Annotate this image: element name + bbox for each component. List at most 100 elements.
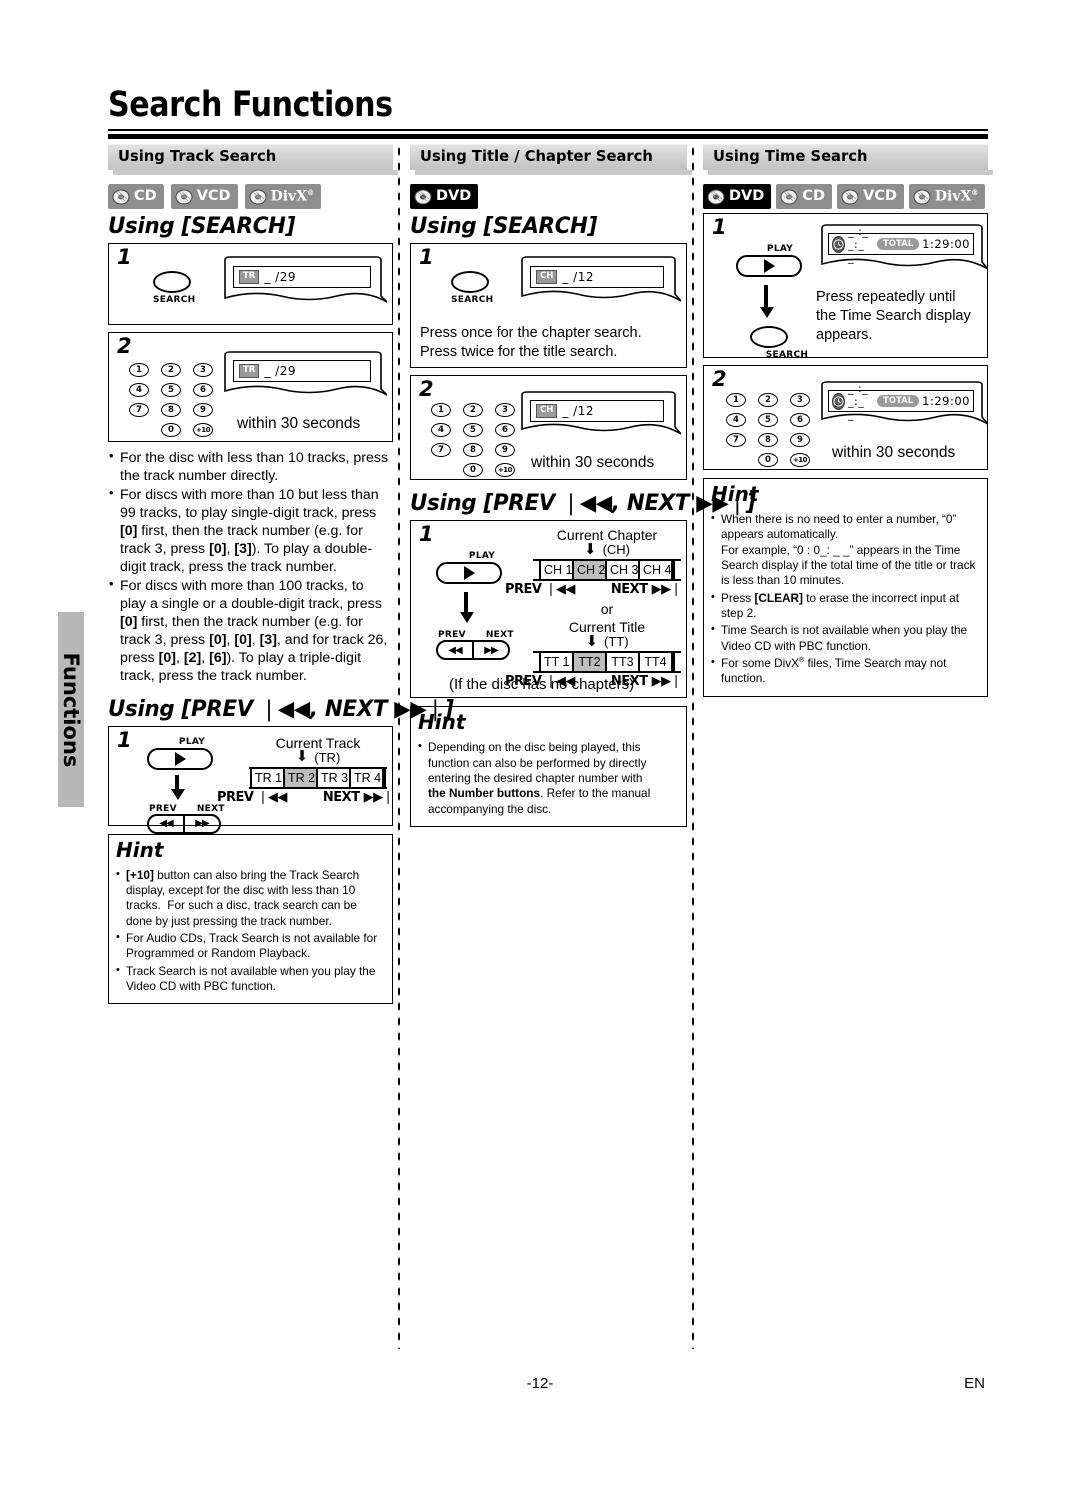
section-title: Using Title / Chapter Search bbox=[420, 147, 653, 165]
prev-icon[interactable]: ◀◀ bbox=[149, 815, 185, 832]
current-track-abbr: (TR) bbox=[314, 749, 341, 765]
current-track-label: Current Track bbox=[275, 734, 361, 751]
vfd-display-track-step1: TR _ /29 bbox=[233, 266, 371, 289]
vfd-tag: TR bbox=[239, 364, 260, 378]
key-5[interactable]: 5 bbox=[758, 413, 778, 427]
or-label: or bbox=[600, 601, 614, 618]
current-chapter-label: Current Chapter bbox=[556, 527, 658, 544]
next-button-hint: NEXT ▶▶❘ bbox=[322, 789, 394, 805]
using-search-heading-title-chapter: Using [SEARCH] bbox=[410, 214, 598, 239]
key-4[interactable]: 4 bbox=[431, 423, 451, 438]
header-shadow bbox=[415, 170, 692, 175]
side-tab-functions: Functions bbox=[58, 612, 84, 807]
timeline-segment: CH 3 bbox=[607, 561, 640, 580]
key-7[interactable]: 7 bbox=[431, 443, 451, 458]
timeline-segment: TR 1 bbox=[252, 768, 285, 787]
timeline-cap bbox=[533, 653, 541, 672]
key-1[interactable]: 1 bbox=[726, 393, 746, 407]
track-hint-box: Hint [+10] button can also bring the Tra… bbox=[108, 833, 393, 1005]
timing-note: within 30 seconds bbox=[832, 444, 956, 461]
key-6[interactable]: 6 bbox=[495, 423, 515, 438]
play-icon bbox=[763, 259, 775, 273]
next-icon[interactable]: ▶▶ bbox=[474, 642, 508, 658]
disc-icon bbox=[780, 187, 799, 206]
display-illustration: CH _ /12 bbox=[516, 256, 682, 321]
play-button[interactable] bbox=[436, 562, 502, 585]
prev-icon[interactable]: ◀◀ bbox=[438, 642, 474, 659]
vfd-value: _ :_ _:_ _ bbox=[848, 224, 869, 264]
play-button[interactable] bbox=[147, 747, 213, 770]
key-plus10[interactable]: +10 bbox=[495, 463, 515, 478]
disc-badge-cd: CD bbox=[108, 184, 164, 209]
key-0[interactable]: 0 bbox=[758, 453, 778, 467]
disc-icon bbox=[249, 187, 268, 206]
key-2[interactable]: 2 bbox=[463, 403, 483, 418]
key-plus10[interactable]: +10 bbox=[193, 423, 213, 438]
prev-button-hint: PREV ❘◀◀ bbox=[217, 789, 287, 805]
key-9[interactable]: 9 bbox=[790, 433, 810, 447]
key-4[interactable]: 4 bbox=[129, 383, 149, 398]
disc-badges-track: CD VCD DivX® bbox=[108, 184, 393, 209]
title-rule-thin bbox=[108, 129, 988, 131]
key-9[interactable]: 9 bbox=[193, 403, 213, 418]
key-8[interactable]: 8 bbox=[161, 403, 181, 418]
section-time-search: Using Time Search DVD CD VCD DivX® 1 PLA… bbox=[703, 144, 993, 697]
key-5[interactable]: 5 bbox=[161, 383, 181, 398]
footer-page-number: -12- bbox=[526, 1375, 554, 1392]
search-button-label: SEARCH bbox=[153, 295, 196, 306]
disc-label: CD bbox=[802, 188, 825, 205]
clock-icon bbox=[832, 235, 845, 253]
key-plus10[interactable]: +10 bbox=[790, 453, 810, 467]
key-0[interactable]: 0 bbox=[161, 423, 181, 438]
timeline-segment: TT 1 bbox=[541, 653, 574, 672]
key-6[interactable]: 6 bbox=[193, 383, 213, 398]
list-item: For Audio CDs, Track Search is not avail… bbox=[116, 930, 385, 962]
search-button-tc-step1[interactable]: SEARCH bbox=[451, 271, 493, 305]
search-button-track-step1[interactable]: SEARCH bbox=[153, 271, 195, 305]
vfd-tag: CH bbox=[536, 270, 558, 284]
key-5[interactable]: 5 bbox=[463, 423, 483, 438]
header-shadow bbox=[708, 170, 993, 175]
play-button[interactable] bbox=[736, 255, 802, 277]
prevnext-labels: PREV NEXT bbox=[149, 804, 237, 814]
section-title: Using Track Search bbox=[118, 147, 277, 165]
key-0[interactable]: 0 bbox=[463, 463, 483, 478]
step-number: 2 bbox=[117, 334, 132, 359]
down-arrow-icon: ⬇ bbox=[295, 748, 309, 766]
remote-buttons-group: PLAY PREV NEXT ◀◀ ▶▶ bbox=[436, 551, 528, 661]
list-item: Time Search is not available when you pl… bbox=[711, 622, 980, 654]
key-8[interactable]: 8 bbox=[463, 443, 483, 458]
prev-next-button[interactable]: ◀◀ ▶▶ bbox=[147, 813, 221, 834]
key-7[interactable]: 7 bbox=[129, 403, 149, 418]
next-icon[interactable]: ▶▶ bbox=[185, 816, 219, 832]
key-3[interactable]: 3 bbox=[193, 363, 213, 378]
step-number: 1 bbox=[419, 245, 434, 270]
key-1[interactable]: 1 bbox=[431, 403, 451, 418]
key-7[interactable]: 7 bbox=[726, 433, 746, 447]
key-8[interactable]: 8 bbox=[758, 433, 778, 447]
vfd-total-time: 1:29:00 bbox=[922, 394, 970, 408]
using-prevnext-heading-tc: Using [PREV ❘◀◀, NEXT ▶▶❘] bbox=[410, 491, 756, 517]
key-2[interactable]: 2 bbox=[161, 363, 181, 378]
disc-badge-cd: CD bbox=[776, 184, 832, 209]
section-track-search: Using Track Search CD VCD DivX® Using [S… bbox=[108, 144, 454, 1005]
timeline-segment-current: TT2 bbox=[574, 653, 607, 672]
key-9[interactable]: 9 bbox=[495, 443, 515, 458]
track-prevnext-step-box: 1 PLAY PREV NEXT ◀◀ ▶▶ Current Track ⬇ (… bbox=[108, 725, 394, 834]
key-3[interactable]: 3 bbox=[495, 403, 515, 418]
search-button-time-step1[interactable]: SEARCH bbox=[750, 326, 824, 360]
note-line-2: Press twice for the title search. bbox=[420, 343, 618, 360]
prev-next-button[interactable]: ◀◀ ▶▶ bbox=[436, 640, 510, 661]
list-item: For discs with more than 10 but less tha… bbox=[108, 485, 393, 576]
note-line-2: the Time Search display bbox=[816, 308, 971, 325]
disc-badge-dvd: DVD bbox=[703, 184, 772, 209]
key-3[interactable]: 3 bbox=[790, 393, 810, 407]
key-2[interactable]: 2 bbox=[758, 393, 778, 407]
key-1[interactable]: 1 bbox=[129, 363, 149, 378]
key-6[interactable]: 6 bbox=[790, 413, 810, 427]
header-shadow bbox=[113, 170, 398, 175]
key-4[interactable]: 4 bbox=[726, 413, 746, 427]
list-item: [+10] button can also bring the Track Se… bbox=[116, 867, 385, 929]
side-tab-label: Functions bbox=[59, 652, 83, 767]
list-item: For the disc with less than 10 tracks, p… bbox=[108, 448, 393, 485]
